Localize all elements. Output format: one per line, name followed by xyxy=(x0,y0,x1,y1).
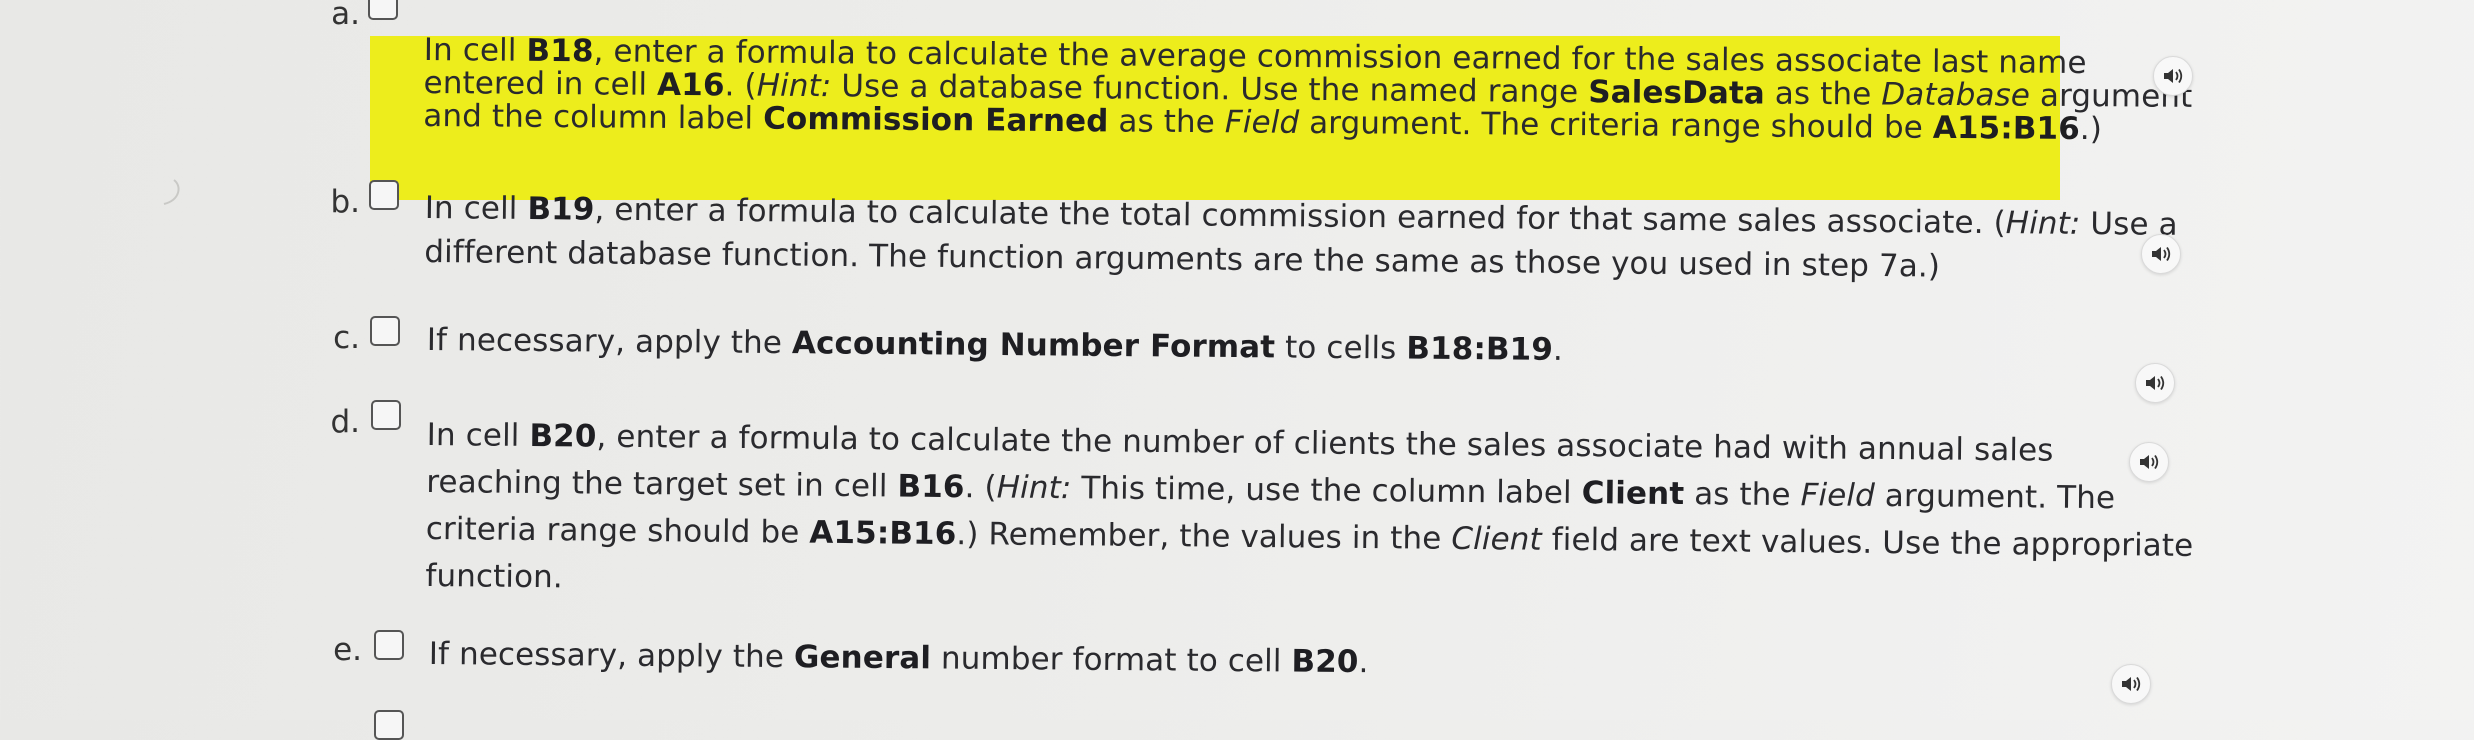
italic-text: Hint: xyxy=(756,67,832,105)
bold-text: Commission Earned xyxy=(763,100,1109,140)
text-run: criteria range should be xyxy=(425,510,810,551)
step-b-checkbox[interactable] xyxy=(369,180,399,210)
step-marker: a. xyxy=(331,0,360,32)
text-run: , enter a formula to calculate the total… xyxy=(594,191,2006,242)
text-run: argument. The xyxy=(1874,477,2116,517)
bold-text: B18 xyxy=(526,32,594,70)
step-a-checkbox[interactable] xyxy=(368,0,398,20)
text-run: .) xyxy=(2079,111,2103,148)
text-run: This time, use the column label xyxy=(1071,470,1582,512)
bold-text: B18:B19 xyxy=(1406,330,1554,368)
speaker-icon[interactable] xyxy=(2153,56,2193,96)
step-marker: b. xyxy=(330,184,360,220)
text-run: different database function. The functio… xyxy=(424,233,1941,285)
stray-mark xyxy=(163,179,180,205)
text-run: as the xyxy=(1108,103,1226,141)
bold-text: A15:B16 xyxy=(809,514,957,553)
step-b-text: In cell B19, enter a formula to calculat… xyxy=(424,186,2178,291)
bold-text: B20 xyxy=(529,417,597,455)
text-run: as the xyxy=(1684,476,1801,514)
text-run: reaching the target set in cell xyxy=(426,463,898,505)
italic-text: Hint: xyxy=(996,469,1072,507)
next-step-checkbox[interactable] xyxy=(374,710,404,740)
text-run: entered in cell xyxy=(423,64,658,103)
bold-text: SalesData xyxy=(1588,74,1766,112)
bold-text: B19 xyxy=(527,190,595,228)
step-marker: d. xyxy=(330,404,360,440)
step-d-text: In cell B20, enter a formula to calculat… xyxy=(425,412,2194,617)
italic-text: Field xyxy=(1224,104,1300,141)
text-run: . ( xyxy=(724,67,757,104)
text-run: number format to cell xyxy=(930,640,1292,680)
step-e-text: If necessary, apply the General number f… xyxy=(429,634,1369,682)
step-a-text: In cell B18, enter a formula to calculat… xyxy=(423,32,2193,148)
text-run: to cells xyxy=(1275,329,1407,367)
bold-text: A15:B16 xyxy=(1932,109,2080,148)
step-e-checkbox[interactable] xyxy=(374,630,404,660)
speaker-icon[interactable] xyxy=(2129,442,2169,482)
text-run: If necessary, apply the xyxy=(426,321,793,362)
text-run: . xyxy=(1552,331,1564,368)
speaker-icon[interactable] xyxy=(2135,363,2175,403)
text-run: In cell xyxy=(423,32,527,69)
step-c-checkbox[interactable] xyxy=(370,316,400,346)
text-run: If necessary, apply the xyxy=(428,635,795,676)
text-run: . xyxy=(1358,644,1369,681)
italic-text: Client xyxy=(1451,520,1542,558)
bold-text: Client xyxy=(1581,475,1685,513)
step-c-text: If necessary, apply the Accounting Numbe… xyxy=(427,320,1563,370)
bold-text: Accounting Number Format xyxy=(791,325,1276,366)
italic-text: Hint: xyxy=(2005,205,2081,242)
text-run: . ( xyxy=(964,469,997,506)
bold-text: B16 xyxy=(897,468,965,506)
text-run: field are text values. Use the appropria… xyxy=(1541,521,2194,564)
text-run: and the column label xyxy=(423,97,764,137)
bold-text: General xyxy=(793,639,932,677)
text-run: argument. The criteria range should be xyxy=(1299,104,1933,146)
text-run: as the xyxy=(1764,75,1882,113)
text-run: .) Remember, the values in the xyxy=(956,516,1452,557)
bold-text: B20 xyxy=(1291,643,1359,681)
italic-text: Field xyxy=(1800,477,1876,514)
step-marker: e. xyxy=(333,632,362,668)
text-run: function. xyxy=(425,557,563,596)
text-run: In cell xyxy=(424,189,528,227)
text-run: In cell xyxy=(426,416,530,454)
speaker-icon[interactable] xyxy=(2141,234,2181,274)
bold-text: A16 xyxy=(656,66,725,104)
italic-text: Database xyxy=(1881,76,2031,114)
step-marker: c. xyxy=(333,320,360,356)
step-d-checkbox[interactable] xyxy=(371,400,401,430)
speaker-icon[interactable] xyxy=(2111,664,2151,704)
text-run: , enter a formula to calculate the numbe… xyxy=(596,418,2054,469)
